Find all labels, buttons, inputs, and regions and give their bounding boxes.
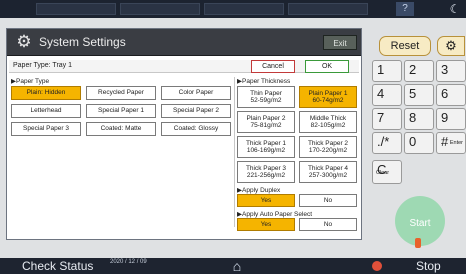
thickness-name: Thick Paper 3 [245, 164, 287, 172]
key-6[interactable]: 6 [436, 84, 466, 106]
enter-label: Enter [449, 140, 463, 146]
thickness-range: 82-105g/m2 [310, 122, 346, 129]
auto-paper-yes-button[interactable]: Yes [237, 218, 295, 231]
paper-type-color[interactable]: Color Paper [161, 86, 231, 100]
thickness-plain-2[interactable]: Plain Paper 2 75-81g/m2 [237, 111, 295, 133]
system-settings-window: ⚙ System Settings Exit Paper Type: Tray … [6, 28, 362, 240]
paper-type-letterhead[interactable]: Letterhead [11, 104, 81, 118]
gear-icon[interactable]: ⚙ [437, 36, 465, 56]
status-slot [288, 3, 368, 15]
bottom-bar: Check Status 2020 / 12 / 09 ⌂ Stop [0, 258, 466, 274]
key-9[interactable]: 9 [436, 108, 466, 130]
clear-key[interactable]: C Clear [372, 160, 402, 184]
paper-thickness-label: ▶Paper Thickness [237, 78, 291, 85]
paper-type-coated-glossy[interactable]: Coated: Glossy [161, 122, 231, 136]
window-title: System Settings [39, 35, 126, 49]
thickness-thick-1[interactable]: Thick Paper 1 106-169g/m2 [237, 136, 295, 158]
apply-auto-paper-label: ▶Apply Auto Paper Select [237, 211, 313, 218]
paper-type-special-1[interactable]: Special Paper 1 [86, 104, 156, 118]
thickness-range: 170-220g/m2 [308, 147, 348, 154]
auto-paper-no-button[interactable]: No [299, 218, 357, 231]
paper-type-coated-matte[interactable]: Coated: Matte [86, 122, 156, 136]
thickness-name: Plain Paper 2 [246, 114, 286, 122]
key-5[interactable]: 5 [404, 84, 434, 106]
check-status-button[interactable]: Check Status [22, 258, 93, 274]
window-title-bar: ⚙ System Settings Exit [7, 29, 361, 56]
ok-button[interactable]: OK [305, 60, 349, 73]
moon-icon[interactable]: ☾ [446, 1, 464, 17]
gear-icon: ⚙ [16, 32, 32, 51]
home-icon[interactable]: ⌂ [222, 258, 252, 274]
thickness-range: 106-169g/m2 [246, 147, 286, 154]
cancel-button[interactable]: Cancel [251, 60, 295, 73]
paper-type-recycled[interactable]: Recycled Paper [86, 86, 156, 100]
key-1[interactable]: 1 [372, 60, 402, 82]
clear-sub-label: Clear [376, 170, 390, 176]
key-0[interactable]: 0 [404, 132, 434, 154]
paper-type-label: ▶Paper Type [11, 78, 50, 85]
paper-type-special-3[interactable]: Special Paper 3 [11, 122, 81, 136]
thickness-range: 257-300g/m2 [308, 172, 348, 179]
tray-label: Paper Type: Tray 1 [13, 62, 73, 69]
key-3[interactable]: 3 [436, 60, 466, 82]
top-status-bar: ? ☾ [0, 0, 466, 18]
sub-header: Paper Type: Tray 1 Cancel OK [9, 60, 359, 73]
key-4[interactable]: 4 [372, 84, 402, 106]
status-slot [36, 3, 116, 15]
stop-button[interactable]: Stop [416, 258, 441, 274]
key-8[interactable]: 8 [404, 108, 434, 130]
key-enter[interactable]: # Enter [436, 132, 466, 154]
thickness-middle-thick[interactable]: Middle Thick 82-105g/m2 [299, 111, 357, 133]
thickness-range: 75-81g/m2 [250, 122, 282, 129]
thickness-thick-3[interactable]: Thick Paper 3 221-256g/m2 [237, 161, 295, 183]
help-icon[interactable]: ? [396, 2, 414, 16]
thickness-range: 52-59g/m2 [250, 97, 282, 104]
thickness-name: Plain Paper 1 [308, 89, 348, 97]
date-display: 2020 / 12 / 09 [110, 259, 147, 265]
exit-button[interactable]: Exit [323, 35, 357, 50]
status-slot [204, 3, 284, 15]
thickness-name: Middle Thick [309, 114, 347, 122]
status-slot [120, 3, 200, 15]
thickness-name: Thick Paper 1 [245, 139, 287, 147]
screen: ? ☾ ⚙ System Settings Exit Paper Type: T… [0, 0, 466, 274]
duplex-no-button[interactable]: No [299, 194, 357, 207]
thickness-thick-2[interactable]: Thick Paper 2 170-220g/m2 [299, 136, 357, 158]
thickness-name: Thin Paper [250, 89, 282, 97]
key-7[interactable]: 7 [372, 108, 402, 130]
paper-type-plain-hidden[interactable]: Plain: Hidden [11, 86, 81, 100]
thickness-range: 60-74g/m2 [312, 97, 344, 104]
duplex-yes-button[interactable]: Yes [237, 194, 295, 207]
key-2[interactable]: 2 [404, 60, 434, 82]
thickness-name: Thick Paper 2 [307, 139, 349, 147]
stop-icon[interactable] [372, 261, 382, 271]
thickness-name: Thick Paper 4 [307, 164, 349, 172]
reset-button[interactable]: Reset [379, 36, 431, 56]
thickness-thick-4[interactable]: Thick Paper 4 257-300g/m2 [299, 161, 357, 183]
thickness-range: 221-256g/m2 [246, 172, 286, 179]
apply-duplex-label: ▶Apply Duplex [237, 187, 281, 194]
thickness-thin[interactable]: Thin Paper 52-59g/m2 [237, 86, 295, 108]
paper-type-special-2[interactable]: Special Paper 2 [161, 104, 231, 118]
start-indicator-led [415, 238, 421, 248]
thickness-plain-1[interactable]: Plain Paper 1 60-74g/m2 [299, 86, 357, 108]
key-star[interactable]: ./* [372, 132, 402, 154]
key-hash-label: # [441, 134, 449, 149]
column-divider [234, 77, 235, 227]
